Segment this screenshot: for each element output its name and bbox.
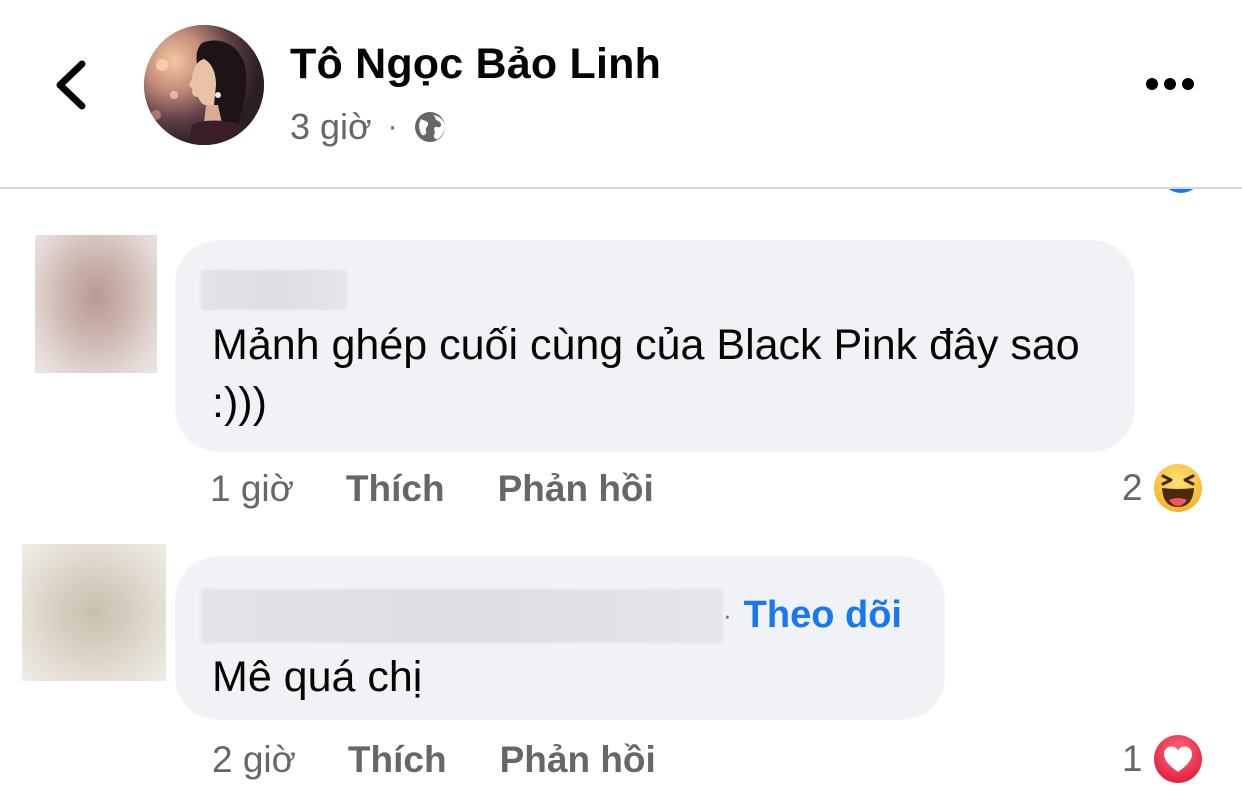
haha-reaction-icon [1153, 464, 1202, 512]
comment-actions: 2 giờ Thích Phản hồi [212, 737, 656, 783]
commenter-avatar[interactable] [35, 235, 157, 373]
more-horizontal-icon [1146, 78, 1194, 90]
commenter-name-redacted[interactable] [201, 589, 723, 643]
post-meta: 3 giờ · [290, 105, 448, 149]
globe-icon [414, 112, 445, 142]
post-time[interactable]: 3 giờ [290, 106, 372, 148]
comment-actions: 1 giờ Thích Phản hồi [210, 466, 654, 512]
author-name[interactable]: Tô Ngọc Bảo Linh [290, 40, 661, 89]
more-options-button[interactable] [1140, 62, 1200, 106]
follow-button[interactable]: Theo dõi [744, 594, 902, 637]
author-avatar[interactable] [144, 25, 264, 145]
reaction-summary[interactable]: 2 [1122, 462, 1203, 514]
like-button[interactable]: Thích [346, 468, 445, 510]
reply-button[interactable]: Phản hồi [500, 739, 656, 781]
reaction-count: 2 [1122, 467, 1143, 508]
chevron-left-icon [56, 60, 86, 110]
comment-text: Mảnh ghép cuối cùng của Black Pink đây s… [212, 321, 1080, 427]
follow-section: · Theo dõi [723, 590, 902, 640]
post-header: Tô Ngọc Bảo Linh 3 giờ · [0, 0, 1242, 189]
comment-time[interactable]: 2 giờ [212, 739, 296, 781]
comment-text: Mê quá chị [212, 653, 423, 701]
comment-bubble: Mảnh ghép cuối cùng của Black Pink đây s… [175, 240, 1135, 452]
reaction-count: 1 [1122, 738, 1143, 779]
comment-time[interactable]: 1 giờ [210, 468, 294, 510]
follow-separator: · [723, 599, 732, 630]
reply-button[interactable]: Phản hồi [498, 468, 654, 510]
commenter-name-redacted[interactable] [201, 270, 347, 310]
love-reaction-icon [1153, 735, 1202, 783]
comment-bubble: · Theo dõi Mê quá chị [175, 556, 945, 720]
reaction-summary[interactable]: 1 [1122, 733, 1203, 785]
commenter-avatar[interactable] [22, 544, 166, 681]
back-button[interactable] [40, 50, 100, 120]
meta-separator: · [387, 110, 398, 143]
like-button[interactable]: Thích [348, 739, 447, 781]
author-photo [144, 25, 264, 145]
